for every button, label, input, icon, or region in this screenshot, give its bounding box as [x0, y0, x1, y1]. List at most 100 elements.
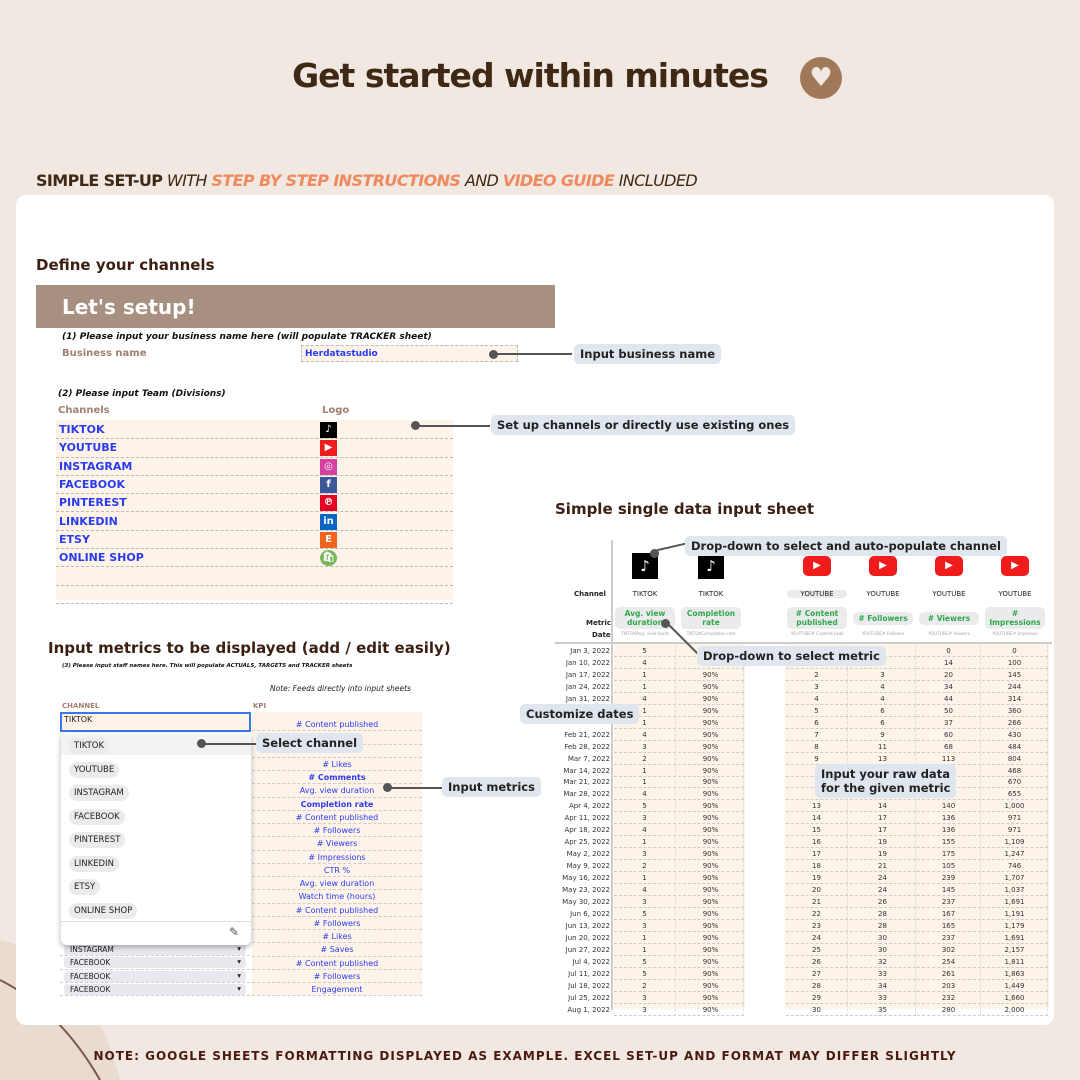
channel-row[interactable]: ONLINE SHOP 🛍: [56, 549, 453, 568]
data-cell[interactable]: 155: [917, 836, 981, 849]
channel-row[interactable]: ETSY E: [56, 531, 453, 550]
data-cell[interactable]: 484: [982, 740, 1048, 753]
data-cell[interactable]: 5: [786, 704, 848, 717]
kpi-cell[interactable]: # Content published: [252, 957, 422, 970]
date-cell[interactable]: Jul 18, 2022: [555, 980, 610, 992]
data-cell[interactable]: 90%: [678, 716, 744, 729]
data-cell[interactable]: 1,691: [982, 931, 1048, 944]
data-cell[interactable]: 24: [850, 872, 916, 885]
data-cell[interactable]: 1,179: [982, 919, 1048, 932]
data-cell[interactable]: 140: [917, 800, 981, 813]
channel-select[interactable]: INSTAGRAM: [64, 944, 246, 955]
data-cell[interactable]: 90%: [678, 919, 744, 932]
dropdown-option[interactable]: LINKEDIN: [69, 855, 119, 872]
data-cell[interactable]: 239: [917, 872, 981, 885]
business-name-input[interactable]: Herdatastudio: [301, 345, 518, 362]
data-cell[interactable]: 3: [614, 740, 676, 753]
date-cell[interactable]: Jan 31, 2022: [555, 693, 610, 705]
data-cell[interactable]: 266: [982, 716, 1048, 729]
data-cell[interactable]: 20: [917, 668, 981, 681]
kpi-cell[interactable]: Engagement: [252, 983, 422, 997]
data-cell[interactable]: 90%: [678, 979, 744, 992]
channel-row[interactable]: YOUTUBE ▶: [56, 439, 453, 458]
data-cell[interactable]: 17: [850, 812, 916, 825]
data-cell[interactable]: 3: [850, 668, 916, 681]
data-cell[interactable]: 28: [850, 919, 916, 932]
data-cell[interactable]: 33: [850, 991, 916, 1004]
channel-select[interactable]: FACEBOOK: [64, 970, 246, 982]
data-cell[interactable]: 237: [917, 895, 981, 908]
data-cell[interactable]: 18: [786, 860, 848, 873]
data-cell[interactable]: 3: [614, 919, 676, 932]
data-cell[interactable]: 6: [786, 716, 848, 729]
data-cell[interactable]: 90%: [678, 800, 744, 813]
data-cell[interactable]: 6: [850, 704, 916, 717]
date-cell[interactable]: Apr 25, 2022: [555, 836, 610, 848]
data-cell[interactable]: 9: [786, 752, 848, 765]
data-cell[interactable]: 90%: [678, 872, 744, 885]
column-channel[interactable]: TIKTOK: [615, 590, 675, 598]
data-cell[interactable]: 16: [786, 836, 848, 849]
dropdown-option[interactable]: TIKTOK: [69, 738, 110, 754]
data-cell[interactable]: 167: [917, 907, 981, 920]
data-cell[interactable]: 21: [786, 895, 848, 908]
data-cell[interactable]: 655: [982, 788, 1048, 801]
data-cell[interactable]: 60: [917, 728, 981, 741]
data-cell[interactable]: 1: [614, 931, 676, 944]
date-cell[interactable]: Apr 11, 2022: [555, 812, 610, 824]
data-cell[interactable]: 2: [614, 752, 676, 765]
data-cell[interactable]: 9: [850, 728, 916, 741]
data-cell[interactable]: 90%: [678, 776, 744, 789]
kpi-cell[interactable]: Completion rate: [252, 798, 422, 811]
kpi-cell[interactable]: # Content published: [252, 718, 422, 732]
date-cell[interactable]: Jan 3, 2022: [555, 645, 610, 657]
channel-row[interactable]: LINKEDIN in: [56, 513, 453, 531]
data-cell[interactable]: 15: [786, 824, 848, 837]
data-cell[interactable]: 22: [786, 907, 848, 920]
data-cell[interactable]: 468: [982, 764, 1048, 777]
data-cell[interactable]: 44: [917, 692, 981, 705]
data-cell[interactable]: 3: [614, 991, 676, 1004]
dropdown-option[interactable]: ETSY: [69, 879, 101, 895]
data-cell[interactable]: 34: [850, 979, 916, 992]
data-cell[interactable]: 90%: [678, 728, 744, 741]
data-cell[interactable]: 90%: [678, 764, 744, 777]
data-cell[interactable]: 24: [850, 884, 916, 896]
date-cell[interactable]: Jan 17, 2022: [555, 669, 610, 681]
data-cell[interactable]: 4: [850, 692, 916, 705]
data-cell[interactable]: 136: [917, 824, 981, 837]
dropdown-option[interactable]: FACEBOOK: [69, 808, 125, 825]
data-cell[interactable]: 145: [917, 884, 981, 896]
data-cell[interactable]: 113: [917, 752, 981, 765]
date-cell[interactable]: Feb 21, 2022: [555, 729, 610, 741]
data-cell[interactable]: 5: [614, 907, 676, 920]
data-cell[interactable]: 1,707: [982, 872, 1048, 885]
data-cell[interactable]: 2: [786, 668, 848, 681]
data-cell[interactable]: 90%: [678, 955, 744, 968]
data-cell[interactable]: 37: [917, 716, 981, 729]
data-cell[interactable]: 4: [614, 788, 676, 801]
data-cell[interactable]: 90%: [678, 860, 744, 873]
kpi-cell[interactable]: # Likes: [252, 930, 422, 944]
data-cell[interactable]: 90%: [678, 812, 744, 825]
data-cell[interactable]: 30: [850, 931, 916, 944]
date-cell[interactable]: Jan 10, 2022: [555, 657, 610, 669]
column-channel[interactable]: YOUTUBE: [853, 590, 913, 598]
dropdown-option[interactable]: ONLINE SHOP: [69, 902, 138, 919]
date-cell[interactable]: Jun 13, 2022: [555, 920, 610, 932]
data-cell[interactable]: 21: [850, 860, 916, 873]
date-cell[interactable]: May 30, 2022: [555, 896, 610, 908]
data-cell[interactable]: 14: [850, 800, 916, 813]
data-cell[interactable]: 20: [786, 884, 848, 896]
data-cell[interactable]: 175: [917, 848, 981, 861]
kpi-cell[interactable]: # Followers: [252, 824, 422, 838]
channel-row[interactable]: TIKTOK ♪: [56, 421, 453, 440]
data-cell[interactable]: 136: [917, 812, 981, 825]
data-cell[interactable]: 1,000: [982, 800, 1048, 813]
data-cell[interactable]: 90%: [678, 907, 744, 920]
data-cell[interactable]: 90%: [678, 991, 744, 1004]
kpi-cell[interactable]: CTR %: [252, 864, 422, 877]
channel-row[interactable]: INSTAGRAM ◎: [56, 458, 453, 476]
data-cell[interactable]: 34: [917, 680, 981, 693]
data-cell[interactable]: 14: [917, 656, 981, 669]
